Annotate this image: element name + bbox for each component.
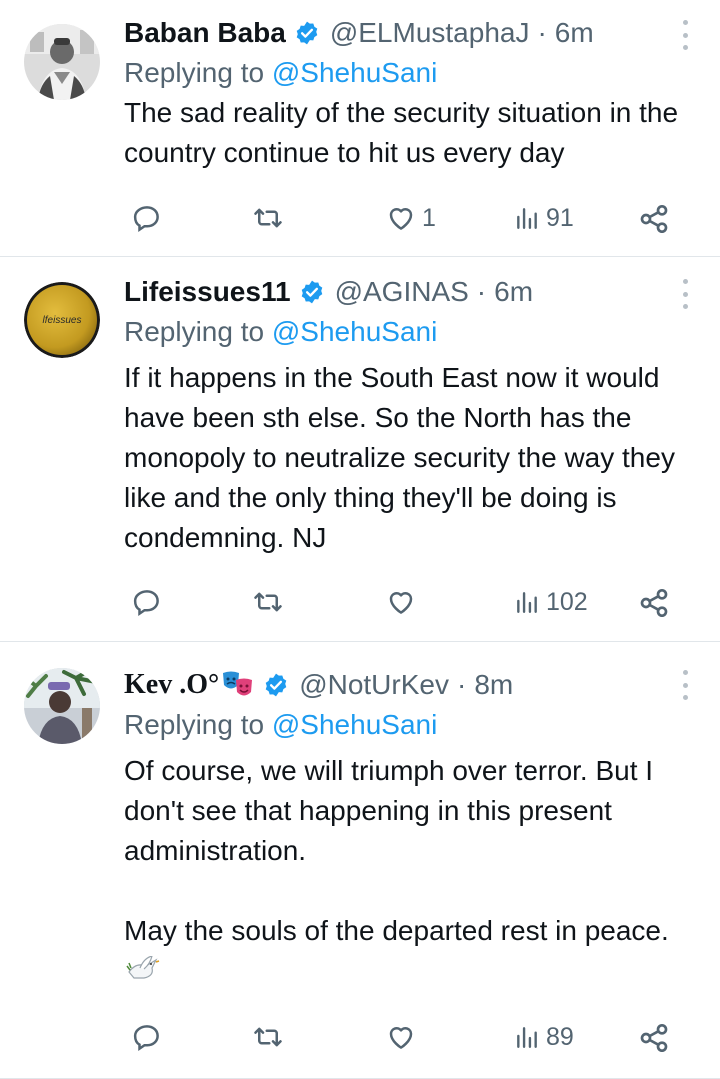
- retweet-arrows-icon: [254, 1027, 282, 1047]
- views-button[interactable]: 102: [514, 587, 588, 617]
- heart-icon: [389, 592, 413, 614]
- reply-feed: Baban Baba @ELMustaphaJ · 6m Replying to…: [0, 0, 720, 1079]
- retweet-arrows-icon: [254, 208, 282, 228]
- replying-to-mention[interactable]: @ShehuSani: [272, 57, 437, 88]
- tweet-card[interactable]: Kev .O° @NotUrKev · 8m Replying to @Sheh…: [0, 642, 720, 1079]
- replying-to: Replying to @ShehuSani: [124, 312, 696, 352]
- timestamp[interactable]: 6m: [494, 276, 533, 308]
- replying-to-mention[interactable]: @ShehuSani: [272, 709, 437, 740]
- bar-chart-icon: [517, 592, 537, 613]
- view-count: 102: [546, 587, 588, 616]
- replying-to-label: Replying to: [124, 316, 265, 347]
- reply-button[interactable]: [132, 587, 162, 617]
- tweet-header: Baban Baba @ELMustaphaJ · 6m: [124, 13, 696, 53]
- like-button[interactable]: 1: [386, 203, 436, 233]
- speech-bubble-icon: [133, 206, 159, 232]
- tweet-paragraph: If it happens in the South East now it w…: [124, 362, 675, 553]
- tweet-text: If it happens in the South East now it w…: [124, 358, 696, 558]
- tweet-paragraph: [124, 871, 696, 911]
- tweet-card[interactable]: lfeissues Lifeissues11 @AGINAS · 6m Repl…: [0, 257, 720, 642]
- share-nodes-icon: [640, 1023, 668, 1052]
- avatar-logo-text: lfeissues: [43, 315, 82, 326]
- verified-badge-icon: [294, 20, 320, 46]
- tweet-actions: 89: [124, 1009, 696, 1069]
- separator-dot: ·: [456, 669, 467, 700]
- avatar[interactable]: lfeissues: [24, 282, 100, 358]
- retweet-arrows-icon: [254, 592, 282, 612]
- share-button[interactable]: [638, 203, 670, 235]
- tweet-text: Of course, we will triumph over terror. …: [124, 751, 696, 995]
- views-button[interactable]: 89: [514, 1022, 574, 1052]
- lifeissues-logo-icon: lfeissues: [24, 282, 100, 358]
- view-count: 89: [546, 1022, 574, 1051]
- avatar[interactable]: [24, 24, 100, 100]
- tweet-card[interactable]: Baban Baba @ELMustaphaJ · 6m Replying to…: [0, 0, 720, 257]
- bar-chart-icon: [517, 208, 537, 229]
- reply-button[interactable]: [132, 1022, 162, 1052]
- replying-to: Replying to @ShehuSani: [124, 705, 696, 745]
- display-name[interactable]: Baban Baba: [124, 17, 286, 49]
- verified-badge-icon: [263, 672, 289, 698]
- display-name[interactable]: Lifeissues11: [124, 276, 291, 308]
- view-count: 91: [546, 203, 574, 232]
- user-handle[interactable]: @NotUrKev: [299, 669, 449, 701]
- like-button[interactable]: [386, 1022, 422, 1052]
- replying-to-label: Replying to: [124, 709, 265, 740]
- tweet-header: Kev .O° @NotUrKev · 8m: [124, 665, 696, 705]
- dove-icon: [126, 955, 160, 995]
- replying-to: Replying to @ShehuSani: [124, 53, 696, 93]
- like-button[interactable]: [386, 587, 422, 617]
- separator-dot: ·: [476, 276, 487, 307]
- timestamp[interactable]: 8m: [474, 669, 513, 701]
- like-count: 1: [422, 203, 436, 232]
- separator-dot: ·: [537, 17, 547, 48]
- display-name[interactable]: Kev .O°: [124, 669, 219, 701]
- bar-chart-icon: [517, 1027, 537, 1048]
- tweet-paragraph-last: May the souls of the departed rest in pe…: [124, 911, 696, 995]
- share-button[interactable]: [638, 587, 670, 619]
- retweet-button[interactable]: [252, 1022, 284, 1052]
- replying-to-mention[interactable]: @ShehuSani: [272, 316, 437, 347]
- tweet-paragraph: The sad reality of the security situatio…: [124, 97, 679, 168]
- tweet-text: The sad reality of the security situatio…: [124, 93, 696, 173]
- tweet-actions: 102: [124, 574, 696, 634]
- person-photo-icon: [24, 668, 100, 744]
- avatar[interactable]: [24, 668, 100, 744]
- tweet-paragraph-text: May the souls of the departed rest in pe…: [124, 915, 669, 946]
- share-nodes-icon: [640, 205, 668, 233]
- user-handle[interactable]: @AGINAS: [335, 276, 469, 308]
- views-button[interactable]: 91: [514, 203, 574, 233]
- person-portrait-icon: [24, 24, 100, 100]
- replying-to-label: Replying to: [124, 57, 265, 88]
- heart-icon: [389, 1027, 413, 1049]
- verified-badge-icon: [299, 279, 325, 305]
- retweet-button[interactable]: [252, 203, 284, 233]
- tweet-paragraph: Of course, we will triumph over terror. …: [124, 755, 654, 866]
- more-options-icon[interactable]: [680, 20, 690, 50]
- speech-bubble-icon: [133, 590, 159, 616]
- user-handle[interactable]: @ELMustaphaJ: [330, 17, 530, 49]
- tweet-header: Lifeissues11 @AGINAS · 6m: [124, 272, 696, 312]
- performing-arts-icon: [221, 670, 255, 700]
- more-options-icon[interactable]: [680, 279, 690, 309]
- heart-icon: [389, 208, 413, 230]
- retweet-button[interactable]: [252, 587, 284, 617]
- more-options-icon[interactable]: [680, 670, 690, 700]
- reply-button[interactable]: [132, 203, 162, 233]
- timestamp[interactable]: 6m: [555, 17, 594, 49]
- speech-bubble-icon: [133, 1025, 159, 1051]
- share-button[interactable]: [638, 1022, 670, 1054]
- tweet-actions: 1 91: [124, 190, 696, 250]
- share-nodes-icon: [640, 589, 668, 617]
